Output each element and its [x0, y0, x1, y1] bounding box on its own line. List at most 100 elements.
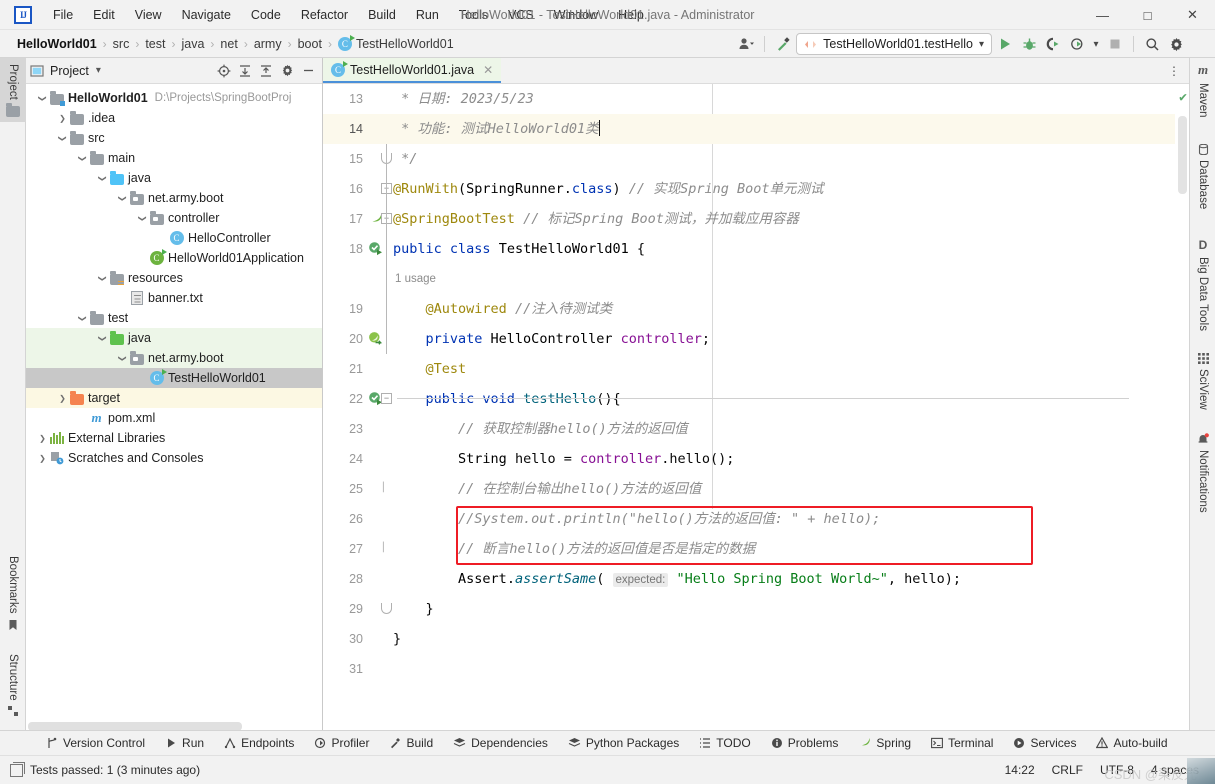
menu-help[interactable]: Help	[609, 5, 653, 25]
bottom-tab-run[interactable]: Run	[155, 734, 214, 752]
sidebar-tab-maven[interactable]: m Maven	[1190, 62, 1215, 118]
tree-expand-arrow-icon[interactable]: ❯	[136, 214, 149, 223]
bottom-tab-problems[interactable]: Problems	[761, 734, 849, 752]
code-line[interactable]: 25 // 在控制台输出hello()方法的返回值 ▏	[323, 474, 1189, 504]
code-editor[interactable]: 13 * 日期: 2023/5/23 14 * 功能: 测试HelloWorld0…	[323, 84, 1189, 733]
bottom-tab-todo[interactable]: TODO	[689, 734, 760, 752]
project-tree[interactable]: ❯ HelloWorld01 D:\Projects\SpringBootProj ❯…	[26, 84, 322, 729]
breadcrumb-item-src[interactable]: src	[110, 36, 133, 52]
status-message[interactable]: Tests passed: 1 (3 minutes ago)	[30, 763, 200, 777]
breadcrumb-item-class[interactable]: C TestHelloWorld01	[335, 34, 457, 52]
code-line[interactable]: 1 usage	[323, 264, 1189, 294]
status-line-separator[interactable]: CRLF	[1052, 763, 1083, 777]
status-encoding[interactable]: UTF-8	[1100, 763, 1134, 777]
tree-node-scratches-and-consoles[interactable]: ❯ Scratches and Consoles	[26, 448, 322, 468]
tree-expand-arrow-icon[interactable]: ❯	[56, 134, 69, 143]
bottom-tab-profiler[interactable]: Profiler	[304, 734, 379, 752]
tree-node-helloworld01application[interactable]: C HelloWorld01Application	[26, 248, 322, 268]
breadcrumb-item-army[interactable]: army	[251, 36, 285, 52]
tree-node-main[interactable]: ❯ main	[26, 148, 322, 168]
fold-region-end-icon[interactable]	[381, 603, 392, 614]
menu-run[interactable]: Run	[407, 5, 448, 25]
ai-assistant-icon[interactable]	[1189, 33, 1211, 55]
tree-expand-arrow-icon[interactable]: ❯	[36, 454, 49, 463]
tree-expand-arrow-icon[interactable]: ❯	[96, 334, 109, 343]
settings-gear-icon[interactable]	[1165, 33, 1187, 55]
code-line[interactable]: 28 Assert.assertSame( expected: "Hello S…	[323, 564, 1189, 594]
editor-vertical-scrollbar[interactable]	[1178, 116, 1187, 194]
run-configuration-selector[interactable]: TestHelloWorld01.testHello ▾	[796, 33, 992, 55]
close-tab-icon[interactable]: ✕	[483, 63, 493, 77]
tree-node-helloworld01[interactable]: ❯ HelloWorld01 D:\Projects\SpringBootProj	[26, 88, 322, 108]
code-line[interactable]: 19 @Autowired //注入待测试类	[323, 294, 1189, 324]
menu-code[interactable]: Code	[242, 5, 290, 25]
code-line[interactable]: 13 * 日期: 2023/5/23	[323, 84, 1189, 114]
search-icon[interactable]	[1141, 33, 1163, 55]
breadcrumb-item-net[interactable]: net	[217, 36, 240, 52]
menu-file[interactable]: File	[44, 5, 82, 25]
code-line[interactable]: 21 @Test	[323, 354, 1189, 384]
tree-node-banner-txt[interactable]: banner.txt	[26, 288, 322, 308]
tree-expand-arrow-icon[interactable]: ❯	[116, 194, 129, 203]
sidebar-tab-sciview[interactable]: SciView	[1190, 353, 1215, 410]
bottom-tab-build[interactable]: Build	[379, 734, 443, 752]
maximize-button[interactable]: □	[1125, 0, 1170, 30]
breadcrumb-item-test[interactable]: test	[142, 36, 168, 52]
code-line[interactable]: 30}	[323, 624, 1189, 654]
tree-expand-arrow-icon[interactable]: ❯	[36, 94, 49, 103]
tree-expand-arrow-icon[interactable]: ❯	[56, 394, 69, 403]
tree-expand-arrow-icon[interactable]: ❯	[56, 114, 69, 123]
bottom-tab-auto-build[interactable]: Auto-build	[1086, 734, 1177, 752]
run-test-gutter-icon[interactable]	[368, 241, 384, 257]
editor-tab-options-icon[interactable]: ⋮	[1165, 58, 1183, 84]
collapse-all-icon[interactable]	[256, 61, 276, 81]
fold-region-start-icon[interactable]: −	[381, 393, 392, 404]
tree-expand-arrow-icon[interactable]: ❯	[96, 174, 109, 183]
tree-node-java[interactable]: ❯ java	[26, 328, 322, 348]
expand-all-icon[interactable]	[235, 61, 255, 81]
bottom-tab-dependencies[interactable]: Dependencies	[443, 734, 558, 752]
tree-expand-arrow-icon[interactable]: ❯	[96, 274, 109, 283]
tree-expand-arrow-icon[interactable]: ❯	[76, 154, 89, 163]
tree-node-external-libraries[interactable]: ❯ External Libraries	[26, 428, 322, 448]
usage-count-label[interactable]: 1 usage	[395, 264, 436, 294]
build-hammer-icon[interactable]	[772, 33, 794, 55]
code-line[interactable]: 18 public class TestHelloWorld01 {	[323, 234, 1189, 264]
profile-icon[interactable]	[735, 33, 757, 55]
tree-node-src[interactable]: ❯ src	[26, 128, 322, 148]
profile-run-icon[interactable]	[1066, 33, 1088, 55]
code-line[interactable]: 31	[323, 654, 1189, 684]
locate-icon[interactable]	[214, 61, 234, 81]
run-coverage-icon[interactable]	[1042, 33, 1064, 55]
tree-node-target[interactable]: ❯ target	[26, 388, 322, 408]
project-settings-gear-icon[interactable]	[277, 61, 297, 81]
tree-node-pom-xml[interactable]: m pom.xml	[26, 408, 322, 428]
sidebar-tab-notifications[interactable]: Notifications	[1190, 433, 1215, 513]
fold-region-marker-icon[interactable]: ▏	[381, 543, 392, 554]
inject-bean-gutter-icon[interactable]	[368, 331, 384, 347]
dropdown-caret-icon[interactable]: ▾	[1090, 33, 1102, 55]
bottom-tab-services[interactable]: Services	[1003, 734, 1086, 752]
editor-tab-testhelloworld01[interactable]: C TestHelloWorld01.java ✕	[323, 58, 502, 83]
sidebar-tab-bigdata[interactable]: D Big Data Tools	[1190, 238, 1215, 331]
breadcrumb-item-project[interactable]: HelloWorld01	[14, 36, 100, 52]
tree-expand-arrow-icon[interactable]: ❯	[36, 434, 49, 443]
menu-window[interactable]: Window	[545, 5, 607, 25]
code-line[interactable]: 27 // 断言hello()方法的返回值是否是指定的数据 ▏	[323, 534, 1189, 564]
tree-node-java[interactable]: ❯ java	[26, 168, 322, 188]
close-button[interactable]: ✕	[1170, 0, 1215, 30]
bottom-tab-spring[interactable]: Spring	[848, 734, 921, 752]
bottom-tab-version-control[interactable]: Version Control	[36, 734, 155, 752]
fold-region-marker-icon[interactable]: ▏	[381, 483, 392, 494]
tree-node-testhelloworld01[interactable]: C TestHelloWorld01	[26, 368, 322, 388]
code-line[interactable]: 14 * 功能: 测试HelloWorld01类	[323, 114, 1189, 144]
run-icon[interactable]	[994, 33, 1016, 55]
stop-icon[interactable]	[1104, 33, 1126, 55]
sidebar-tab-database[interactable]: Database	[1190, 144, 1215, 209]
debug-icon[interactable]	[1018, 33, 1040, 55]
menu-vcs[interactable]: VCS	[499, 5, 543, 25]
code-line[interactable]: 24 String hello = controller.hello();	[323, 444, 1189, 474]
tree-node-test[interactable]: ❯ test	[26, 308, 322, 328]
code-line[interactable]: 26 //System.out.println("hello()方法的返回值: …	[323, 504, 1189, 534]
project-panel-caret-icon[interactable]: ▾	[96, 65, 101, 76]
